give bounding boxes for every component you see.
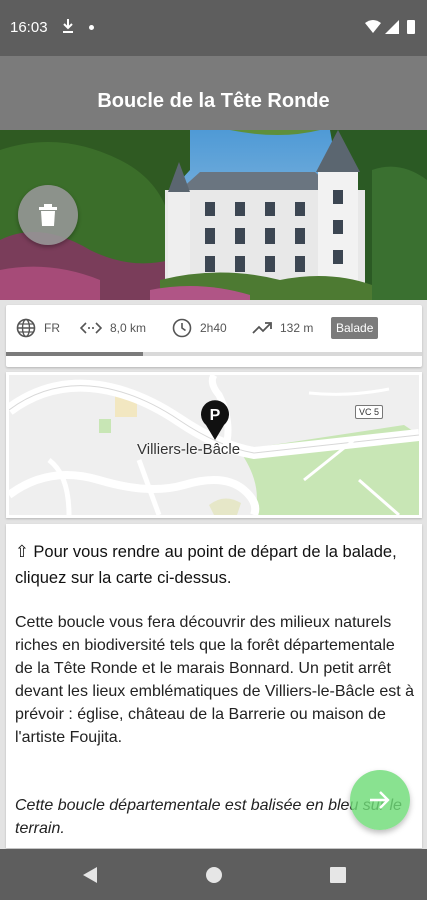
- status-time: 16:03: [10, 19, 48, 36]
- distance-arrows-icon: [80, 322, 102, 334]
- elevation-info: 132 m: [252, 315, 313, 341]
- system-nav-bar: [0, 849, 427, 900]
- delete-button[interactable]: [18, 185, 78, 245]
- pin-letter: P: [210, 407, 221, 424]
- progress-fill: [6, 352, 144, 356]
- directions-instruction: ⇧ Pour vous rendre au point de départ de…: [15, 543, 397, 587]
- nav-back-button[interactable]: [79, 864, 101, 886]
- description-text: Cette boucle vous fera découvrir des mil…: [15, 614, 415, 746]
- wifi-icon: [365, 20, 381, 33]
- system-status-icons: [365, 20, 415, 34]
- trail-info-card: FR 8,0 km 2h40 132 m Balade: [6, 305, 422, 367]
- recents-square-icon: [330, 867, 346, 883]
- map-town-label: Villiers-le-Bâcle: [137, 441, 241, 458]
- distance-info: 8,0 km: [80, 315, 146, 341]
- download-icon: [63, 19, 73, 33]
- dot-icon: [89, 25, 94, 30]
- duration-info: 2h40: [172, 315, 227, 341]
- arrow-right-icon: [370, 791, 390, 809]
- hero-image: [0, 130, 427, 300]
- next-button[interactable]: [350, 770, 410, 830]
- progress-bar: [6, 352, 422, 356]
- map-view[interactable]: P Villiers-le-Bâcle VC 5: [9, 375, 419, 515]
- trending-up-icon: [252, 322, 272, 334]
- duration-value: 2h40: [200, 321, 227, 335]
- elevation-value: 132 m: [280, 321, 314, 335]
- trail-info-row: FR 8,0 km 2h40 132 m Balade: [6, 315, 422, 341]
- nav-recents-button[interactable]: [327, 864, 349, 886]
- home-circle-icon: [206, 867, 222, 883]
- language-info: FR: [16, 315, 60, 341]
- parking-pin[interactable]: P: [200, 399, 230, 441]
- app-bar: Boucle de la Tête Ronde: [0, 56, 427, 130]
- trail-type-badge: Balade: [331, 317, 379, 339]
- clock-icon: [172, 318, 192, 338]
- back-triangle-icon: [83, 867, 97, 883]
- map-card[interactable]: P Villiers-le-Bâcle VC 5: [6, 372, 422, 518]
- parking-marker-icon: P: [201, 400, 229, 440]
- signal-icon: [385, 20, 399, 34]
- battery-icon: [407, 20, 415, 34]
- page-title: Boucle de la Tête Ronde: [97, 90, 330, 112]
- nav-home-button[interactable]: [203, 864, 225, 886]
- language-value: FR: [44, 321, 60, 335]
- trash-icon: [39, 204, 57, 226]
- distance-value: 8,0 km: [110, 321, 147, 335]
- map-road-label: VC 5: [355, 405, 384, 419]
- globe-icon: [16, 318, 36, 338]
- status-bar: 16:03: [0, 0, 427, 56]
